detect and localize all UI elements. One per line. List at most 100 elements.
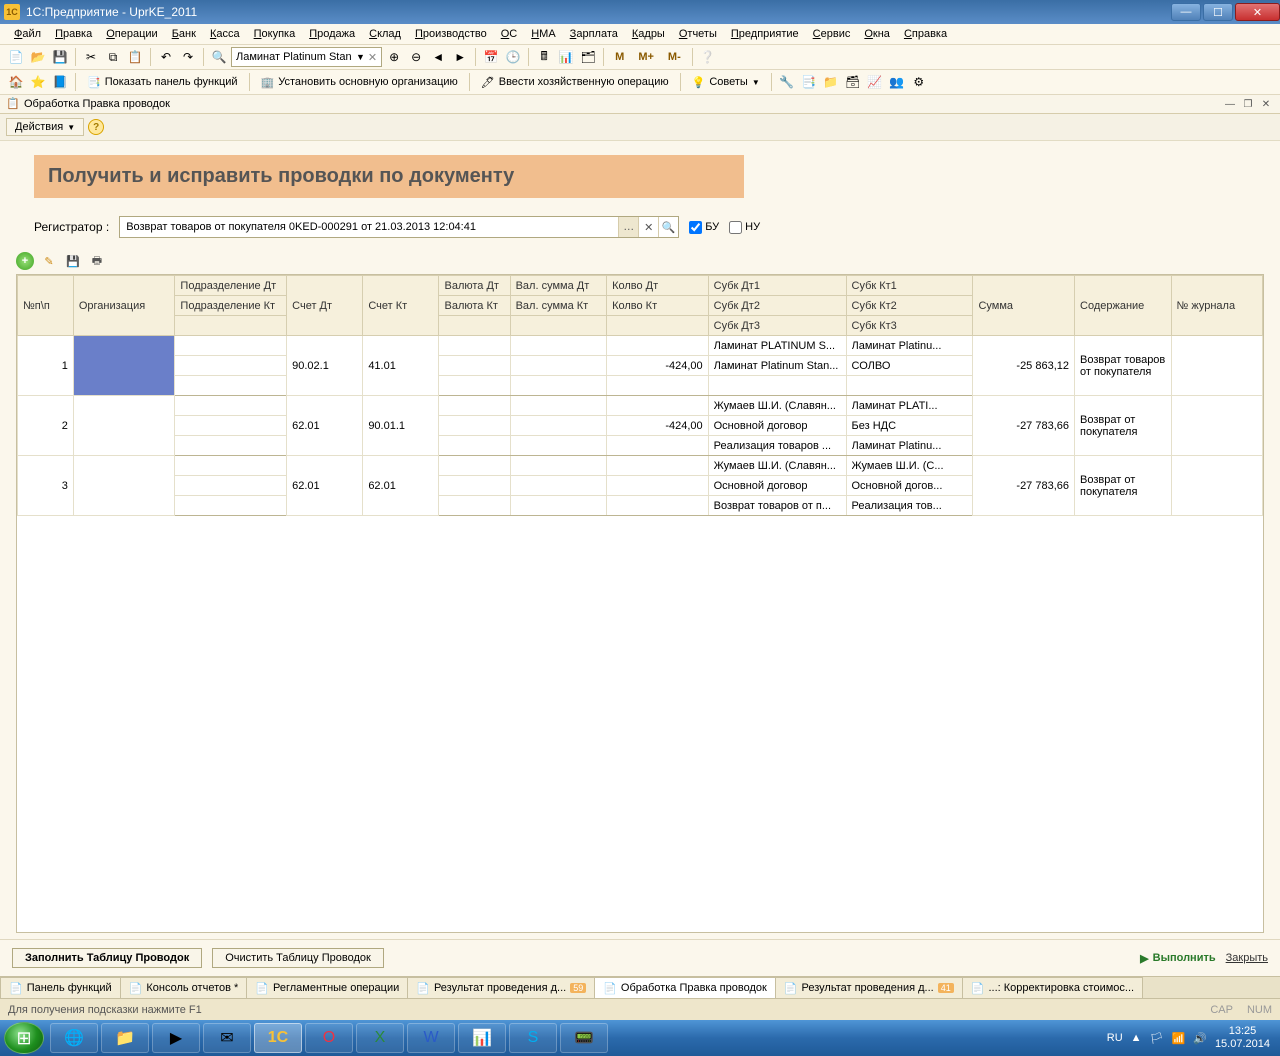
- execute-button[interactable]: ▶Выполнить: [1140, 952, 1215, 965]
- taskbar-app1[interactable]: 📊: [458, 1023, 506, 1053]
- list-icon[interactable]: 🗂: [578, 47, 598, 67]
- clock-icon[interactable]: 🕒: [503, 47, 523, 67]
- show-panel-button[interactable]: 📑Показать панель функций: [81, 74, 244, 91]
- tray-up-icon[interactable]: ▲: [1131, 1032, 1142, 1044]
- save-button[interactable]: 💾: [64, 252, 82, 270]
- taskbar-ie[interactable]: 🌐: [50, 1023, 98, 1053]
- table-icon[interactable]: 🗃: [843, 72, 863, 92]
- subwindow-minimize-button[interactable]: —: [1222, 97, 1238, 111]
- menu-ос[interactable]: ОС: [495, 26, 524, 42]
- add-row-button[interactable]: +: [16, 252, 34, 270]
- registrator-input[interactable]: [120, 221, 618, 233]
- clear-registrator-button[interactable]: ✕: [638, 217, 658, 237]
- menu-производство[interactable]: Производство: [409, 26, 493, 42]
- window-tab[interactable]: 📄Обработка Правка проводок: [594, 977, 776, 998]
- fill-table-button[interactable]: Заполнить Таблицу Проводок: [12, 948, 202, 968]
- star-icon[interactable]: ⭐: [28, 72, 48, 92]
- actions-dropdown[interactable]: Действия ▼: [6, 118, 84, 136]
- find-registrator-button[interactable]: 🔍: [658, 217, 678, 237]
- menu-сервис[interactable]: Сервис: [807, 26, 857, 42]
- tips-button[interactable]: 💡Советы▼: [686, 74, 766, 91]
- enter-op-button[interactable]: 🖊Ввести хозяйственную операцию: [475, 74, 675, 91]
- table-row[interactable]: 2 62.01 90.01.1 Жумаев Ш.И. (Славян... Л…: [18, 396, 1263, 416]
- menu-касса[interactable]: Касса: [204, 26, 246, 42]
- edit-row-button[interactable]: ✎: [40, 252, 58, 270]
- entries-grid[interactable]: №п\п Организация Подразделение Дт Счет Д…: [16, 274, 1264, 933]
- menu-операции[interactable]: Операции: [100, 26, 163, 42]
- subwindow-close-button[interactable]: ✕: [1258, 97, 1274, 111]
- menu-кадры[interactable]: Кадры: [626, 26, 671, 42]
- select-registrator-button[interactable]: …: [618, 217, 638, 237]
- report-icon[interactable]: 📊: [556, 47, 576, 67]
- menu-продажа[interactable]: Продажа: [303, 26, 361, 42]
- taskbar-excel[interactable]: X: [356, 1023, 404, 1053]
- taskbar-word[interactable]: W: [407, 1023, 455, 1053]
- search-icon[interactable]: 🔍: [209, 47, 229, 67]
- menu-зарплата[interactable]: Зарплата: [564, 26, 624, 42]
- nav-back-icon[interactable]: ◄: [428, 47, 448, 67]
- menu-окна[interactable]: Окна: [858, 26, 896, 42]
- window-minimize-button[interactable]: —: [1171, 3, 1201, 21]
- open-icon[interactable]: 📂: [28, 47, 48, 67]
- calendar-icon[interactable]: 📅: [481, 47, 501, 67]
- copy-icon[interactable]: ⧉: [103, 47, 123, 67]
- window-tab[interactable]: 📄Результат проведения д...59: [407, 977, 595, 998]
- redo-icon[interactable]: ↷: [178, 47, 198, 67]
- settings2-icon[interactable]: ⚙: [909, 72, 929, 92]
- undo-icon[interactable]: ↶: [156, 47, 176, 67]
- search-input[interactable]: [236, 51, 356, 63]
- zoom-in-icon[interactable]: ⊕: [384, 47, 404, 67]
- cut-icon[interactable]: ✂: [81, 47, 101, 67]
- calc-icon[interactable]: 🖩: [534, 47, 554, 67]
- taskbar-explorer[interactable]: 📁: [101, 1023, 149, 1053]
- start-button[interactable]: ⊞: [4, 1022, 44, 1054]
- help-icon[interactable]: ❔: [698, 47, 718, 67]
- tray-network-icon[interactable]: 📶: [1172, 1032, 1186, 1045]
- tray-lang[interactable]: RU: [1107, 1032, 1123, 1044]
- system-tray[interactable]: RU ▲ 🏳 📶 🔊 13:25 15.07.2014: [1107, 1025, 1276, 1051]
- window-maximize-button[interactable]: ☐: [1203, 3, 1233, 21]
- subwindow-restore-button[interactable]: ❐: [1240, 97, 1256, 111]
- tray-clock[interactable]: 13:25 15.07.2014: [1215, 1025, 1270, 1051]
- doc-icon[interactable]: 📑: [799, 72, 819, 92]
- window-tab[interactable]: 📄Консоль отчетов *: [120, 977, 248, 998]
- print-button[interactable]: 🖶: [88, 252, 106, 270]
- taskbar-media[interactable]: ▶: [152, 1023, 200, 1053]
- window-tab[interactable]: 📄Регламентные операции: [246, 977, 408, 998]
- zoom-out-icon[interactable]: ⊖: [406, 47, 426, 67]
- table-row[interactable]: 3 62.01 62.01 Жумаев Ш.И. (Славян... Жум…: [18, 456, 1263, 476]
- nu-checkbox[interactable]: НУ: [729, 221, 760, 234]
- menu-правка[interactable]: Правка: [49, 26, 98, 42]
- taskbar-outlook[interactable]: ✉: [203, 1023, 251, 1053]
- nav-fwd-icon[interactable]: ►: [450, 47, 470, 67]
- users-icon[interactable]: 👥: [887, 72, 907, 92]
- window-tab[interactable]: 📄...: Корректировка стоимос...: [962, 977, 1143, 998]
- paste-icon[interactable]: 📋: [125, 47, 145, 67]
- menu-покупка[interactable]: Покупка: [248, 26, 302, 42]
- taskbar-app2[interactable]: 📟: [560, 1023, 608, 1053]
- window-tab[interactable]: 📄Результат проведения д...41: [775, 977, 963, 998]
- menu-справка[interactable]: Справка: [898, 26, 953, 42]
- menu-предприятие[interactable]: Предприятие: [725, 26, 805, 42]
- search-combo[interactable]: ▼ ✕: [231, 47, 382, 67]
- report2-icon[interactable]: 📈: [865, 72, 885, 92]
- taskbar-1c[interactable]: 1C: [254, 1023, 302, 1053]
- set-org-button[interactable]: 🏢Установить основную организацию: [255, 74, 464, 91]
- clear-search-icon[interactable]: ✕: [368, 51, 377, 64]
- menu-банк[interactable]: Банк: [166, 26, 202, 42]
- m-button[interactable]: M: [609, 49, 630, 65]
- tray-flag-icon[interactable]: 🏳: [1150, 1032, 1164, 1045]
- bu-checkbox[interactable]: БУ: [689, 221, 719, 234]
- tool-icon[interactable]: 🔧: [777, 72, 797, 92]
- close-link[interactable]: Закрыть: [1226, 952, 1268, 964]
- save-icon[interactable]: 💾: [50, 47, 70, 67]
- tray-sound-icon[interactable]: 🔊: [1193, 1032, 1207, 1045]
- help-button[interactable]: ?: [88, 119, 104, 135]
- taskbar-skype[interactable]: S: [509, 1023, 557, 1053]
- table-row[interactable]: 1 90.02.1 41.01 Ламинат PLATINUM S... Ла…: [18, 336, 1263, 356]
- home-icon[interactable]: 🏠: [6, 72, 26, 92]
- menu-файл[interactable]: Файл: [8, 26, 47, 42]
- window-tab[interactable]: 📄Панель функций: [0, 977, 121, 998]
- m-minus-button[interactable]: M-: [662, 49, 687, 65]
- menu-отчеты[interactable]: Отчеты: [673, 26, 723, 42]
